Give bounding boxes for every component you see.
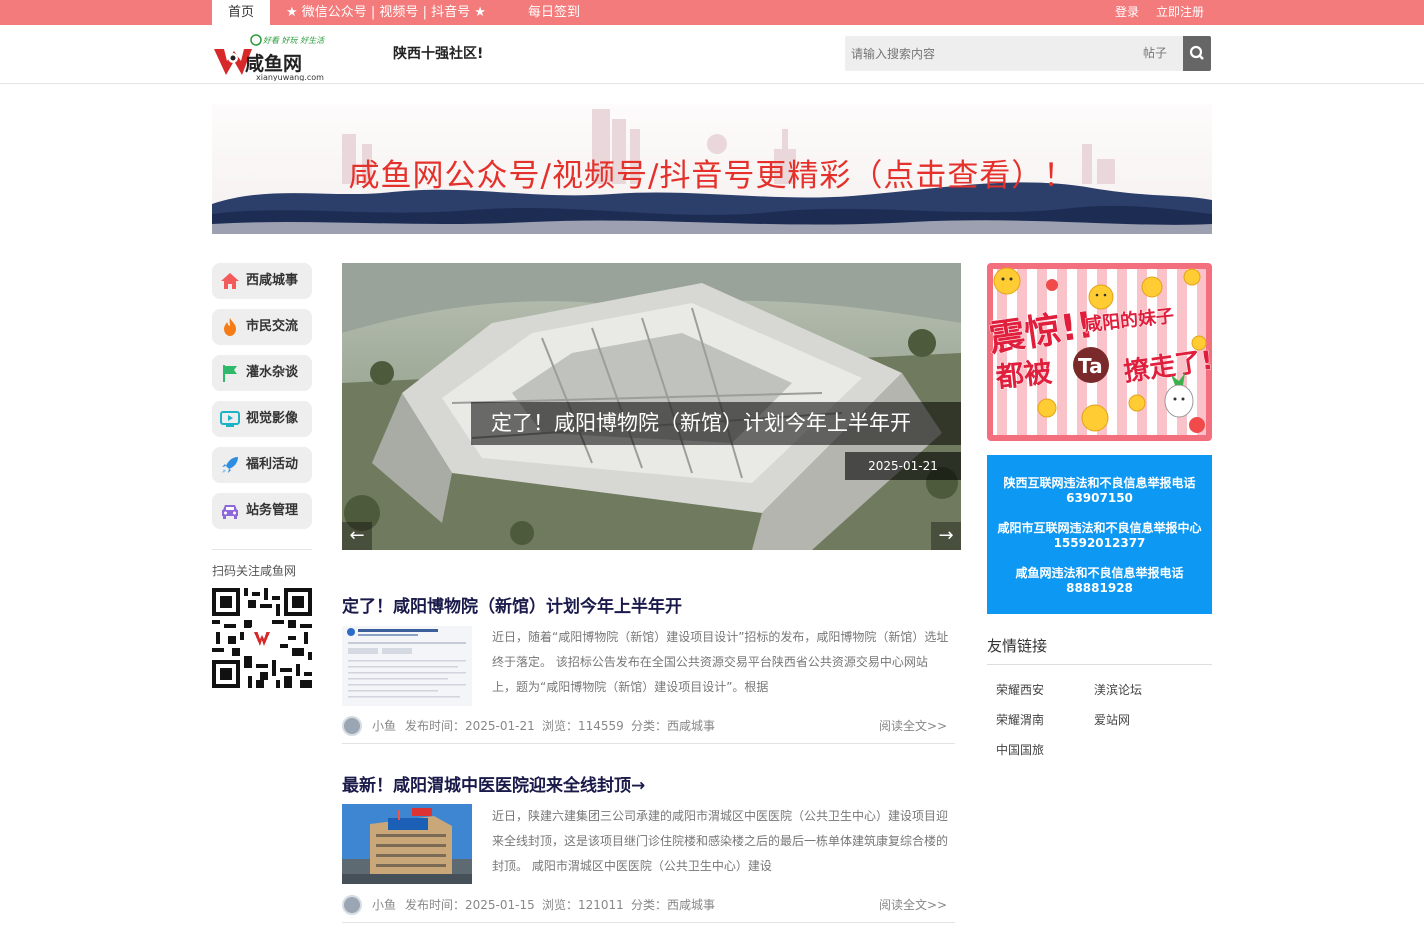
post-date: 发布时间：2025-01-21: [405, 719, 535, 733]
slider-next-arrow[interactable]: →: [931, 522, 961, 550]
site-logo[interactable]: 好看 好玩 好生活 咸鱼网 xianyuwang.com: [212, 31, 332, 82]
ad-headline-ta: Ta: [1078, 354, 1103, 378]
post-date: 发布时间：2025-01-15: [405, 898, 535, 912]
flame-icon: [224, 318, 236, 336]
featured-slider[interactable]: 定了！咸阳博物院（新馆）计划今年上半年开 2025-01-21 ← →: [342, 263, 961, 550]
leftnav-item-label: 视觉影像: [246, 411, 299, 426]
post-author-link[interactable]: 小鱼: [372, 895, 396, 915]
logo-url: xianyuwang.com: [256, 73, 324, 81]
author-avatar[interactable]: [342, 716, 362, 736]
logo-wordmark: 咸鱼网: [245, 52, 302, 75]
leftnav-item-label: 站务管理: [246, 503, 299, 518]
leftnav-divider: [212, 549, 312, 550]
post-author-link[interactable]: 小鱼: [372, 716, 396, 736]
friend-link-item[interactable]: 渼滨论坛: [1094, 681, 1142, 698]
house-icon: [221, 273, 239, 289]
post-title[interactable]: 最新！咸阳渭城中医医院迎来全线封顶→: [342, 771, 645, 796]
leftnav-item-label: 福利活动: [246, 457, 299, 472]
friend-link-item[interactable]: 荣耀西安: [996, 681, 1044, 698]
sidebar-ad-image: 震惊!! 咸阳的妹子 都被 撩走了!! Ta: [987, 263, 1212, 441]
search-input[interactable]: [845, 36, 1135, 71]
post-thumbnail[interactable]: [342, 626, 472, 706]
friend-links-divider: [987, 664, 1212, 665]
post-meta: 小鱼 发布时间：2025-01-15 浏览：121011 分类：西咸城事 阅读全…: [342, 895, 955, 915]
post-meta: 小鱼 发布时间：2025-01-21 浏览：114559 分类：西咸城事 阅读全…: [342, 716, 955, 736]
post-thumbnail[interactable]: [342, 804, 472, 884]
search-icon: [1189, 45, 1204, 60]
report-hotline-box: 陕西互联网违法和不良信息举报电话 63907150 咸阳市互联网违法和不良信息举…: [987, 455, 1212, 614]
friend-link-item[interactable]: 中国国旅: [996, 741, 1044, 758]
post-title[interactable]: 定了！咸阳博物院（新馆）计划今年上半年开: [342, 592, 682, 617]
video-icon: [220, 411, 240, 427]
post-views: 浏览：121011: [542, 898, 624, 912]
search-type-select[interactable]: 帖子: [1143, 36, 1167, 71]
slider-prev-arrow[interactable]: ←: [342, 522, 372, 550]
post-category-link[interactable]: 分类：西咸城事: [631, 716, 715, 736]
report-hotline-item: 陕西互联网违法和不良信息举报电话 63907150: [987, 476, 1212, 506]
report-hotline-phone: 88881928: [1066, 581, 1133, 595]
leftnav-item-citizen-exchange[interactable]: 市民交流: [212, 309, 312, 345]
friend-link-item[interactable]: 爱站网: [1094, 711, 1130, 728]
leftnav-item-city-news[interactable]: 西咸城事: [212, 263, 312, 299]
nav-social-accounts-link[interactable]: ★ 微信公众号 | 视频号 | 抖音号 ★: [286, 0, 486, 25]
leftnav-item-chatter[interactable]: 灌水杂谈: [212, 355, 312, 391]
search-box: 帖子: [845, 36, 1211, 71]
sidebar-ad-banner[interactable]: 震惊!! 咸阳的妹子 都被 撩走了!! Ta: [987, 263, 1212, 441]
nav-daily-checkin-link[interactable]: 每日签到: [528, 0, 580, 25]
read-more-link[interactable]: 阅读全文>>: [879, 716, 947, 736]
wechat-promo-banner[interactable]: 咸鱼网公众号/视频号/抖音号更精彩（点击查看）！: [212, 104, 1212, 234]
thumbnail-document-image: [342, 626, 472, 706]
leftnav-item-label: 灌水杂谈: [246, 365, 299, 380]
site-header: 好看 好玩 好生活 咸鱼网 xianyuwang.com 陕西十强社区! 帖子: [0, 25, 1424, 84]
post-category-link[interactable]: 分类：西咸城事: [631, 895, 715, 915]
report-hotline-item: 咸鱼网违法和不良信息举报电话 88881928: [987, 566, 1212, 596]
read-more-link[interactable]: 阅读全文>>: [879, 895, 947, 915]
flag-icon: [223, 365, 237, 382]
post-views: 浏览：114559: [542, 719, 624, 733]
post-excerpt: 近日，陕建六建集团三公司承建的咸阳市渭城区中医医院（公共卫生中心）建设项目迎来全…: [492, 809, 949, 873]
wechat-qr-code: [212, 588, 312, 688]
report-hotline-phone: 15592012377: [1053, 536, 1146, 550]
post-divider: [342, 922, 955, 923]
login-link[interactable]: 登录: [1115, 0, 1139, 25]
top-nav-bar: 首页 ★ 微信公众号 | 视频号 | 抖音号 ★ 每日签到 登录 立即注册: [0, 0, 1424, 25]
author-avatar[interactable]: [342, 895, 362, 915]
logo-tagline: 好看 好玩 好生活: [263, 36, 325, 45]
report-hotline-item: 咸阳市互联网违法和不良信息举报中心 15592012377: [987, 521, 1212, 551]
site-slogan: 陕西十强社区!: [393, 46, 484, 62]
leftnav-item-visual-media[interactable]: 视觉影像: [212, 401, 312, 437]
nav-home-link[interactable]: 首页: [212, 0, 270, 25]
qr-code-label: 扫码关注咸鱼网: [212, 564, 297, 578]
post-excerpt: 近日，随着“咸阳博物院（新馆）建设项目设计”招标的发布，咸阳博物院（新馆）选址终…: [492, 630, 949, 694]
report-hotline-name: 咸鱼网违法和不良信息举报电话: [1015, 566, 1184, 580]
leftnav-item-label: 市民交流: [246, 319, 299, 334]
ad-headline-all: 都被: [993, 355, 1053, 394]
report-hotline-name: 陕西互联网违法和不良信息举报电话: [1003, 476, 1196, 490]
friend-link-item[interactable]: 荣耀渭南: [996, 711, 1044, 728]
slider-date: 2025-01-21: [845, 452, 961, 480]
leftnav-item-label: 西咸城事: [246, 273, 299, 288]
rocket-icon: [222, 457, 238, 473]
post-divider: [342, 743, 955, 744]
report-hotline-name: 咸阳市互联网违法和不良信息举报中心: [997, 521, 1202, 535]
banner-title: 咸鱼网公众号/视频号/抖音号更精彩（点击查看）！: [348, 158, 1076, 194]
slider-caption[interactable]: 定了！咸阳博物院（新馆）计划今年上半年开: [471, 402, 961, 445]
thumbnail-building-image: [342, 804, 472, 884]
leftnav-item-site-admin[interactable]: 站务管理: [212, 493, 312, 529]
report-hotline-phone: 63907150: [1066, 491, 1133, 505]
leftnav-item-welfare-events[interactable]: 福利活动: [212, 447, 312, 483]
friend-links-title: 友情链接: [987, 637, 1048, 655]
search-button[interactable]: [1183, 36, 1211, 71]
logo-graphic: 好看 好玩 好生活 咸鱼网 xianyuwang.com: [214, 34, 325, 82]
car-icon: [222, 505, 238, 519]
register-link[interactable]: 立即注册: [1156, 0, 1204, 25]
